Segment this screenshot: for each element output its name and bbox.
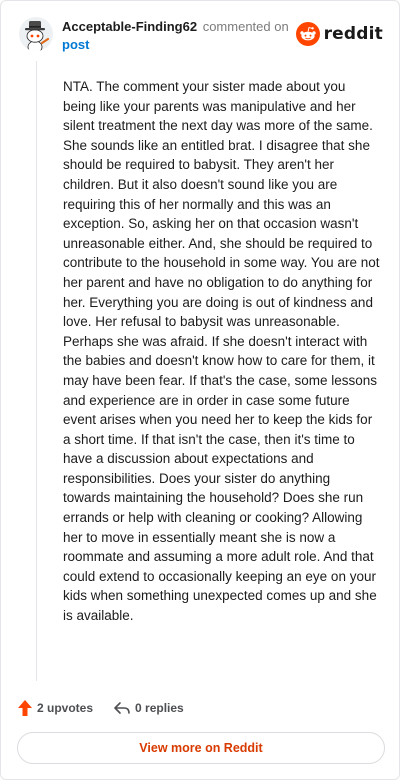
comment-header: Acceptable-Finding62 commented on post r…: [19, 15, 385, 61]
reddit-logo-icon: [295, 22, 320, 46]
username-link[interactable]: Acceptable-Finding62: [62, 19, 197, 34]
reddit-wordmark: reddit: [323, 24, 383, 44]
comment-embed-card: Acceptable-Finding62 commented on post r…: [0, 0, 400, 780]
comment-actions: 2 upvotes 0 replies: [17, 697, 184, 719]
reply-arrow-icon: [113, 700, 131, 716]
comment-body: NTA. The comment your sister made about …: [63, 79, 380, 624]
reddit-brand[interactable]: reddit: [295, 21, 383, 47]
action-text: commented on: [202, 19, 289, 34]
reply-button[interactable]: 0 replies: [113, 700, 184, 716]
user-avatar-icon[interactable]: [19, 17, 53, 51]
post-link[interactable]: post: [62, 36, 289, 54]
reply-count: 0 replies: [135, 701, 184, 715]
upvote-arrow-icon: [17, 699, 33, 717]
upvote-count: 2 upvotes: [37, 701, 94, 715]
upvote-button[interactable]: 2 upvotes: [17, 699, 93, 717]
thread-line: [36, 61, 37, 681]
comment-meta: Acceptable-Finding62 commented on post: [62, 18, 289, 54]
view-more-button[interactable]: View more on Reddit: [17, 732, 385, 764]
